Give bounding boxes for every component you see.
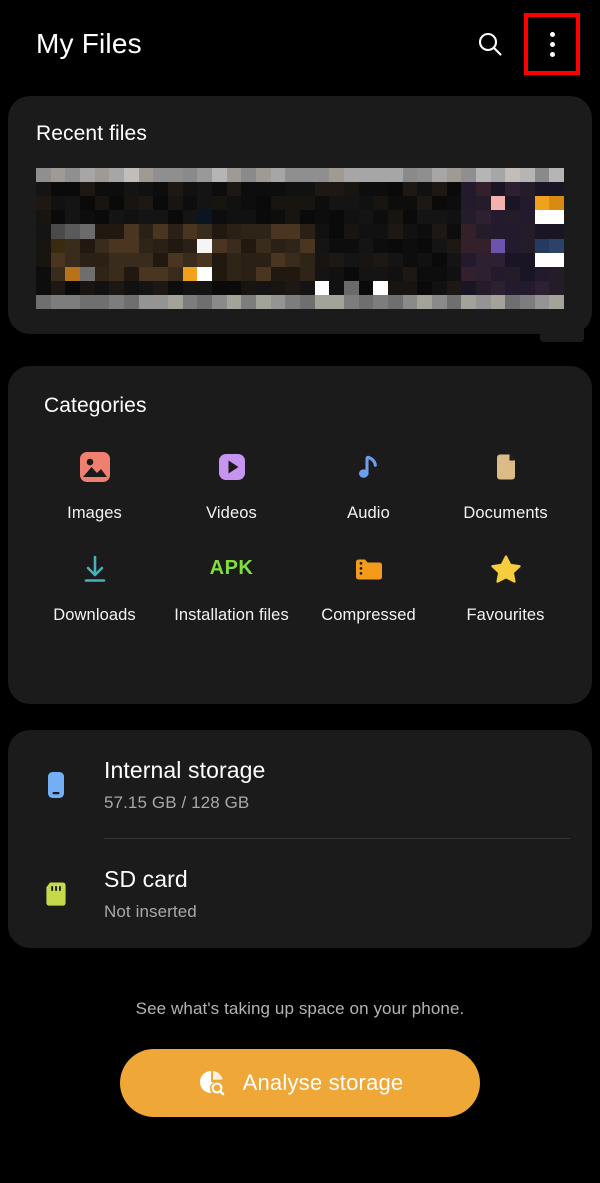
- header-actions: [464, 0, 600, 88]
- page-title: My Files: [36, 28, 142, 59]
- my-files-screen: My Files Recent files Categories Images …: [0, 0, 600, 1183]
- category-videos[interactable]: Videos: [163, 444, 300, 524]
- recent-files-card[interactable]: Recent files: [8, 96, 592, 342]
- categories-title: Categories: [44, 394, 147, 417]
- storage-name: SD card: [104, 865, 188, 892]
- category-label: Videos: [206, 504, 257, 522]
- search-icon: [478, 32, 502, 56]
- storage-status: Not inserted: [104, 901, 197, 921]
- sd-card-icon: [30, 877, 82, 911]
- category-downloads[interactable]: Downloads: [26, 546, 163, 626]
- category-favourites[interactable]: Favourites: [437, 546, 574, 626]
- search-button[interactable]: [464, 16, 516, 72]
- categories-card: Categories Images Videos Audio Documents…: [8, 366, 592, 704]
- phone-icon: [30, 768, 82, 802]
- analyse-storage-label: Analyse storage: [242, 1070, 404, 1095]
- categories-grid: Images Videos Audio Documents Downloads …: [26, 444, 574, 625]
- document-icon: [483, 444, 529, 490]
- pixelated-thumbnail-mosaic: [36, 168, 564, 309]
- storage-card: Internal storage 57.15 GB / 128 GB SD ca…: [8, 730, 592, 948]
- category-label: Audio: [347, 504, 390, 522]
- apk-icon: APK: [209, 546, 255, 592]
- more-vertical-icon: [549, 31, 555, 57]
- storage-row-sd-card[interactable]: SD card Not inserted: [30, 839, 570, 948]
- category-installation-files[interactable]: APK Installation files: [163, 546, 300, 626]
- category-label: Downloads: [53, 605, 136, 624]
- storage-text: Internal storage 57.15 GB / 128 GB: [104, 757, 265, 813]
- app-header: My Files: [0, 0, 600, 88]
- image-icon: [72, 444, 118, 490]
- recent-files-title: Recent files: [36, 122, 147, 145]
- category-label: Images: [67, 504, 122, 522]
- pie-chart-search-icon: [199, 1071, 225, 1097]
- recent-files-thumbnail-strip[interactable]: [36, 168, 564, 309]
- star-icon: [483, 546, 529, 592]
- analyse-storage-button[interactable]: Analyse storage: [120, 1049, 480, 1117]
- more-options-button[interactable]: [524, 13, 580, 75]
- recent-files-edge-peek: [540, 320, 584, 342]
- apk-label: APK: [209, 557, 254, 580]
- category-audio[interactable]: Audio: [300, 444, 437, 524]
- music-note-icon: [346, 444, 392, 490]
- download-icon: [72, 546, 118, 592]
- storage-name: Internal storage: [104, 756, 266, 783]
- video-play-icon: [209, 444, 255, 490]
- category-label: Installation files: [174, 605, 289, 624]
- category-images[interactable]: Images: [26, 444, 163, 524]
- category-label: Compressed: [321, 605, 416, 624]
- category-compressed[interactable]: Compressed: [300, 546, 437, 626]
- category-label: Favourites: [466, 605, 545, 624]
- storage-hint-text: See what's taking up space on your phone…: [135, 999, 465, 1018]
- storage-usage: 57.15 GB / 128 GB: [104, 792, 250, 812]
- category-documents[interactable]: Documents: [437, 444, 574, 524]
- folder-zip-icon: [346, 546, 392, 592]
- category-label: Documents: [463, 504, 548, 522]
- storage-row-internal[interactable]: Internal storage 57.15 GB / 128 GB: [30, 730, 570, 839]
- storage-text: SD card Not inserted: [104, 866, 197, 922]
